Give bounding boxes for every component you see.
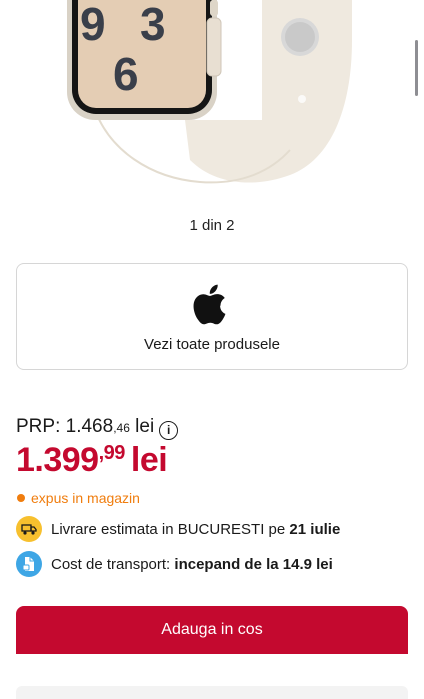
- transport-cost: Cost de transport: incepand de la 14.9 l…: [16, 551, 333, 577]
- svg-text:6: 6: [113, 48, 139, 100]
- price-decimals: ,99: [98, 442, 126, 464]
- delivery-truck-icon: [16, 516, 42, 542]
- transport-prefix: Cost de transport:: [51, 555, 175, 573]
- prp-decimals: ,46: [113, 421, 130, 435]
- scroll-indicator[interactable]: [415, 40, 418, 96]
- transport-cost-icon: [16, 551, 42, 577]
- availability-text: expus in magazin: [31, 490, 140, 506]
- prp-currency: lei: [135, 416, 155, 437]
- status-dot-icon: [17, 494, 25, 502]
- view-all-products-label: Vezi toate produsele: [144, 336, 280, 353]
- svg-text:3: 3: [140, 0, 166, 50]
- recommended-price: PRP: 1.468,46 lei i: [16, 416, 179, 440]
- availability-status: expus in magazin: [17, 490, 140, 506]
- delivery-estimate: Livrare estimata in BUCURESTI pe 21 iuli…: [16, 516, 340, 542]
- gallery-pager: 1 din 2: [189, 217, 235, 234]
- prp-integer: 1.468: [65, 416, 114, 437]
- info-icon[interactable]: i: [159, 420, 179, 440]
- svg-text:9: 9: [80, 0, 106, 50]
- brand-products-card[interactable]: Vezi toate produsele: [16, 263, 408, 370]
- apple-logo-icon: [193, 284, 226, 325]
- price-integer: 1.399: [16, 441, 99, 479]
- delivery-prefix: Livrare estimata in BUCURESTI pe: [51, 520, 290, 538]
- current-price: 1.399,99 lei: [16, 441, 168, 480]
- prp-label: PRP:: [16, 416, 61, 437]
- delivery-date: 21 iulie: [289, 520, 341, 538]
- add-to-cart-button[interactable]: Adauga in cos: [16, 606, 408, 654]
- bottom-panel: [16, 686, 408, 699]
- product-image[interactable]: 9 3 6: [0, 0, 424, 200]
- price-currency: lei: [130, 441, 168, 479]
- transport-value: incepand de la 14.9 lei: [174, 555, 333, 573]
